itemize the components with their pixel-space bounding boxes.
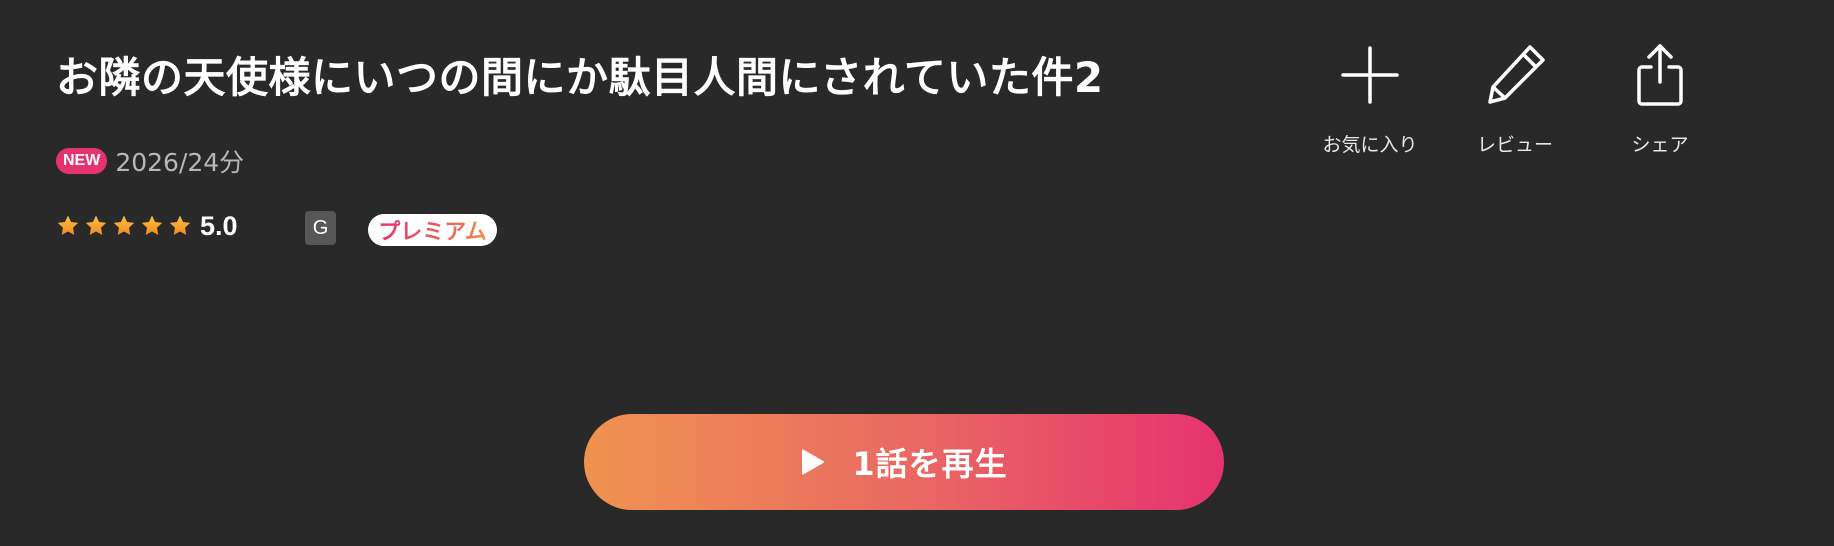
favorite-button[interactable]: お気に入り [1300, 40, 1440, 157]
age-rating-badge: G [305, 211, 336, 245]
new-badge: NEW [56, 148, 108, 174]
play-label: 1話を再生 [852, 445, 1008, 483]
review-label: レビュー [1476, 134, 1553, 156]
title-detail-page: お隣の天使様にいつの間にか駄目人間にされていた件2 NEW 2026/24分 5… [0, 0, 1834, 546]
share-button[interactable]: シェア [1590, 40, 1730, 157]
year-duration: 2026/24分 [115, 148, 245, 177]
star-icon [85, 215, 107, 235]
share-label: シェア [1631, 134, 1689, 156]
page-title: お隣の天使様にいつの間にか駄目人間にされていた件2 [56, 53, 1104, 102]
action-buttons: お気に入り レビュー シェア [1300, 40, 1720, 170]
star-icon [169, 215, 191, 235]
play-episode-button[interactable]: 1話を再生 [584, 414, 1224, 510]
meta-row: NEW 2026/24分 [56, 143, 244, 179]
rating-value: 5.0 [200, 210, 238, 241]
favorite-label: お気に入り [1322, 134, 1418, 156]
star-icon [141, 215, 163, 235]
play-icon [802, 449, 825, 475]
premium-badge: プレミアム [368, 214, 497, 246]
star-icon [57, 215, 79, 235]
pencil-icon [1488, 45, 1545, 104]
star-icon [113, 215, 135, 235]
share-icon [1637, 44, 1683, 106]
rating-stars [56, 214, 192, 238]
rating: 5.0 [56, 208, 238, 244]
plus-icon [1341, 46, 1399, 104]
premium-label: プレミアム [378, 214, 486, 246]
review-button[interactable]: レビュー [1445, 40, 1585, 157]
